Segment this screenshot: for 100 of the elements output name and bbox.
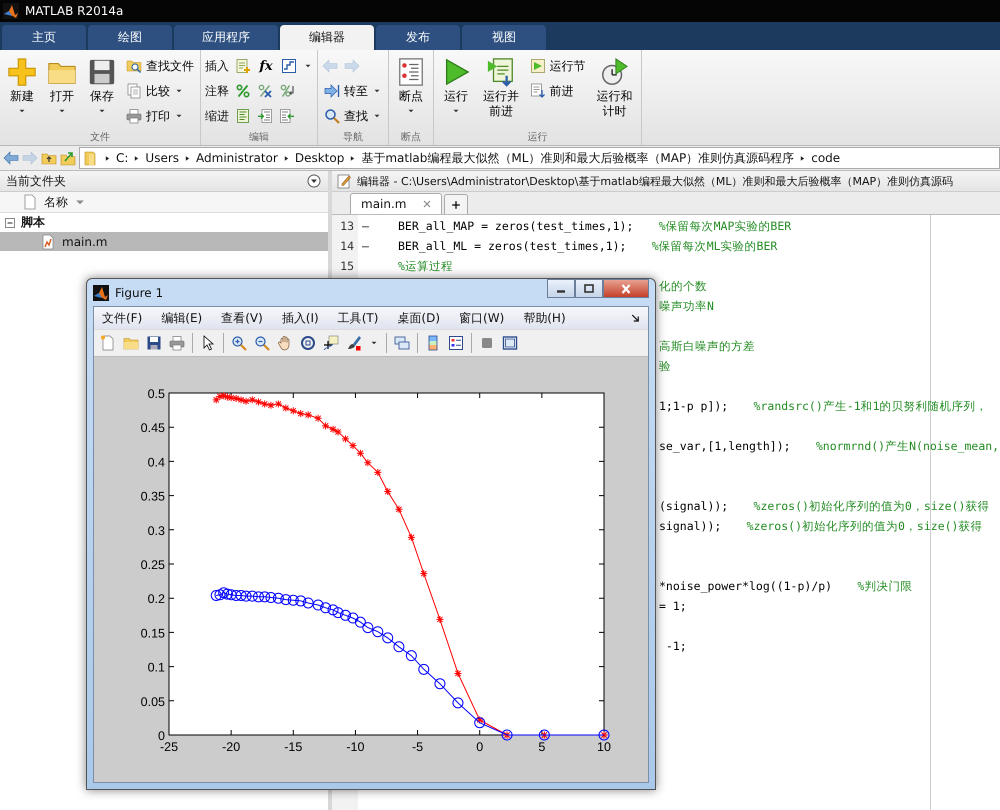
data-marker — [223, 393, 232, 402]
rotate-icon[interactable] — [300, 335, 316, 351]
data-marker — [372, 626, 384, 638]
tree-item[interactable]: main.m — [0, 232, 328, 251]
data-marker — [214, 589, 226, 600]
data-marker — [242, 397, 250, 406]
percent-remove-icon[interactable] — [257, 83, 273, 99]
tick-label: -15 — [284, 740, 302, 754]
data-marker — [356, 449, 364, 458]
ribbon-tab[interactable]: 应用程序 — [174, 25, 278, 50]
data-cursor-icon[interactable] — [323, 335, 339, 351]
new-tab-button[interactable] — [444, 194, 468, 214]
menu-item[interactable]: 插入(I) — [282, 310, 319, 326]
ribbon-tab[interactable]: 视图 — [462, 25, 546, 50]
menu-item[interactable]: 查看(V) — [221, 310, 263, 326]
printer-icon[interactable] — [169, 335, 185, 351]
menu-item[interactable]: 文件(F) — [102, 310, 142, 326]
ribbon-tab[interactable]: 主页 — [2, 25, 86, 50]
tick-label: 0.45 — [140, 421, 165, 436]
zoom-out-icon[interactable] — [254, 335, 270, 351]
path-field[interactable]: C: Users Administrator Desktop 基于matlab编程最大似然（ML）准则和最大后验概率（MAP）准则仿真源码程序 code — [79, 147, 1000, 169]
square-icon[interactable] — [479, 335, 495, 351]
tick-label: 0.25 — [140, 558, 165, 572]
percent-icon[interactable] — [235, 83, 251, 99]
ribbon-button[interactable]: 比较 — [124, 80, 196, 102]
ribbon-button[interactable]: 运行和计时 — [592, 55, 638, 121]
legend-icon[interactable] — [448, 335, 464, 351]
ribbon-button[interactable]: 断点 — [393, 55, 429, 118]
close-icon[interactable] — [420, 198, 432, 210]
data-marker — [328, 604, 339, 616]
step-chart-icon[interactable] — [281, 58, 297, 74]
script-file-icon — [40, 234, 56, 250]
path-segment[interactable]: Desktop — [294, 151, 344, 165]
menu-item[interactable]: 窗口(W) — [459, 310, 504, 326]
ribbon-button[interactable]: 打开 — [44, 55, 80, 118]
maximize-button[interactable] — [575, 279, 603, 298]
tick-label: -20 — [222, 740, 240, 754]
menu-item[interactable]: 帮助(H) — [523, 310, 566, 326]
data-marker — [354, 616, 366, 628]
menu-item[interactable]: 工具(T) — [338, 310, 378, 326]
close-button[interactable] — [603, 279, 649, 298]
window-icon[interactable] — [502, 335, 518, 351]
tree-item[interactable]: 脚本 — [0, 213, 328, 232]
ribbon-button[interactable]: 保存 — [84, 55, 120, 118]
stopwatch-play-icon — [599, 57, 630, 87]
link-windows-icon[interactable] — [394, 335, 410, 351]
document-lines-icon[interactable] — [235, 108, 251, 124]
column-title[interactable]: 名称 — [44, 194, 68, 210]
ribbon-tab[interactable]: 绘图 — [88, 25, 172, 50]
new-document-icon[interactable] — [100, 335, 116, 351]
percent-wrap-icon[interactable] — [279, 83, 295, 99]
path-segment[interactable]: 基于matlab编程最大似然（ML）准则和最大后验概率（MAP）准则仿真源码程序 — [361, 150, 794, 166]
path-segment[interactable]: C: — [116, 151, 128, 165]
data-marker — [280, 594, 292, 606]
tick-label: 0.15 — [140, 626, 165, 640]
data-marker — [222, 588, 233, 600]
data-marker — [382, 632, 394, 644]
collapse-icon[interactable] — [5, 218, 15, 228]
menu-item[interactable]: 编辑(E) — [161, 310, 202, 326]
data-marker — [332, 607, 344, 618]
indent-icon[interactable] — [257, 108, 273, 124]
ribbon-button[interactable]: 运行节 — [528, 55, 588, 77]
path-segment[interactable]: Administrator — [196, 151, 278, 165]
line-number: 14 — [339, 239, 354, 253]
ribbon-button[interactable]: 新建 — [4, 55, 40, 118]
ribbon-tab[interactable]: 编辑器 — [280, 25, 374, 50]
menu-item[interactable]: 桌面(D) — [397, 310, 440, 326]
ribbon-button[interactable]: 查找 — [322, 105, 384, 127]
line-marker: – — [362, 219, 369, 233]
dock-arrow-icon[interactable] — [630, 312, 642, 324]
ribbon-button[interactable]: 运行并前进 — [478, 55, 524, 121]
code-comment: %保留每次MAP实验的BER — [658, 218, 792, 234]
code-text: se_var,[1,length]); — [659, 439, 791, 453]
path-segment[interactable]: Users — [145, 151, 180, 165]
plus-icon — [450, 198, 462, 210]
path-segment[interactable]: code — [811, 151, 840, 165]
outdent-icon[interactable] — [279, 108, 295, 124]
tick-label: 0.5 — [148, 387, 165, 401]
data-marker — [420, 570, 428, 578]
panel-title: 当前文件夹 — [6, 172, 66, 190]
dropdown-icon[interactable] — [306, 173, 322, 189]
ribbon-tab[interactable]: 发布 — [376, 25, 460, 50]
ribbon-button[interactable]: 运行 — [438, 55, 474, 118]
code-text: BER_all_MAP = zeros(test_times,1); — [398, 219, 634, 233]
brush-icon[interactable] — [346, 335, 362, 351]
data-marker — [254, 398, 262, 406]
data-marker — [302, 598, 314, 608]
data-marker — [220, 392, 228, 400]
ribbon-button[interactable]: 前进 — [528, 80, 588, 102]
tick-label: 0.1 — [148, 660, 165, 675]
file-tab[interactable]: main.m — [350, 193, 442, 214]
minimize-icon — [556, 290, 566, 293]
ribbon-button[interactable]: 打印 — [124, 105, 196, 127]
ribbon-button[interactable]: 查找文件 — [124, 55, 196, 77]
minimize-button[interactable] — [547, 279, 575, 298]
code-text: -1; — [664, 639, 687, 653]
ribbon-button[interactable]: 转至 — [322, 80, 384, 102]
function-button[interactable]: fx — [257, 58, 275, 74]
back-arrow-icon[interactable] — [3, 150, 19, 166]
zoom-in-icon[interactable] — [231, 335, 247, 351]
